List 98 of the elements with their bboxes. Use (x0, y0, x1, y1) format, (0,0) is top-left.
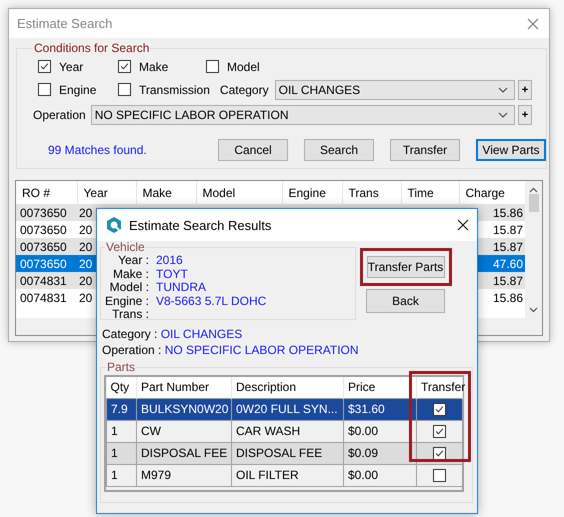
dialog-button[interactable]: Transfer (390, 139, 460, 161)
group-label: Conditions for Search (33, 41, 150, 55)
table-cell[interactable]: 0074831 (16, 289, 77, 306)
add-button[interactable]: + (518, 105, 532, 125)
dropdown-value: NO SPECIFIC LABOR OPERATION (94, 108, 289, 122)
table-cell: 1 (111, 424, 118, 438)
table-cell: 15.86 (478, 289, 527, 306)
table-cell: BULKSYN0W20 (141, 402, 228, 416)
field-label: Make : (112, 268, 149, 281)
table-cell[interactable]: 0073650 (16, 221, 77, 238)
table-cell: 15.87 (478, 272, 527, 289)
group-label: Vehicle (105, 240, 146, 254)
category-dropdown[interactable]: OIL CHANGES (274, 80, 515, 100)
table-cell: 15.87 (478, 238, 527, 255)
table-cell: OIL FILTER (236, 468, 299, 482)
field-label: Model : (108, 281, 149, 294)
table-cell: DISPOSAL FEE (236, 446, 322, 460)
column-header[interactable]: Description (232, 377, 344, 398)
app-logo-icon (105, 216, 123, 234)
checkbox-label: Transmission (139, 82, 210, 96)
parts-row[interactable]: 1 DISPOSAL FEE DISPOSAL FEE $0.09 (106, 442, 462, 464)
column-header[interactable]: Part Number (136, 377, 232, 398)
table-cell: 20 (77, 272, 96, 289)
table-cell: 20 (77, 221, 96, 238)
parts-row[interactable]: 1 CW CAR WASH $0.00 (106, 420, 462, 442)
table-cell[interactable]: 0073650 (16, 238, 77, 255)
table-cell: CW (141, 424, 161, 438)
table-cell: 1 (111, 446, 118, 460)
table-cell: 47.60 (478, 255, 527, 272)
checkbox[interactable] (38, 83, 51, 96)
table-cell: $0.00 (348, 468, 378, 482)
field-label: Engine : (104, 294, 149, 308)
checkbox[interactable] (433, 469, 446, 482)
transfer-parts-button[interactable]: Transfer Parts (366, 256, 444, 278)
column-header[interactable]: Qty (106, 377, 136, 398)
table-cell: DISPOSAL FEE (141, 446, 228, 460)
table-cell: $31.60 (348, 402, 385, 416)
table-cell: 20 (77, 238, 96, 255)
table-cell: 15.87 (478, 221, 527, 238)
dialog-button[interactable]: View Parts (476, 139, 546, 161)
checkbox[interactable] (206, 60, 219, 73)
group-label: Parts (106, 360, 136, 374)
parts-row[interactable]: 1 M979 OIL FILTER $0.00 (106, 464, 462, 486)
table-cell: 15.86 (478, 204, 527, 221)
field-value: TOYT (156, 268, 189, 281)
field-label: Category : (102, 327, 158, 341)
field-value: V8-5663 5.7L DOHC (156, 294, 268, 308)
checkbox-label: Make (139, 60, 168, 74)
table-cell: CAR WASH (236, 424, 300, 438)
checkbox-label: Year (59, 60, 84, 74)
add-button[interactable]: + (518, 80, 532, 100)
back-button[interactable]: Back (366, 289, 445, 313)
dialog-button[interactable]: Cancel (218, 139, 288, 161)
field-value: NO SPECIFIC LABOR OPERATION (164, 343, 359, 357)
scroll-thumb[interactable] (528, 194, 538, 212)
scroll-up-icon[interactable] (529, 187, 538, 193)
dialog-title: Estimate Search Results (129, 218, 272, 232)
checkbox[interactable] (433, 447, 446, 460)
field-label: Operation (33, 108, 86, 122)
vertical-scrollbar[interactable] (525, 181, 542, 319)
match-count: 99 Matches found. (48, 143, 148, 157)
field-label: Year : (117, 254, 149, 268)
checkbox-label: Model (227, 60, 260, 74)
close-icon[interactable] (457, 219, 469, 231)
field-label: Trans : (112, 308, 149, 322)
window-title: Estimate Search (17, 16, 112, 31)
dialog-button[interactable]: Search (304, 139, 374, 161)
checkbox-label: Engine (59, 82, 96, 96)
operation-dropdown[interactable]: NO SPECIFIC LABOR OPERATION (90, 105, 515, 125)
table-cell: $0.09 (348, 446, 378, 460)
dropdown-value: OIL CHANGES (278, 82, 360, 96)
field-value: 2016 (156, 254, 184, 268)
table-cell[interactable]: 0074831 (16, 272, 77, 289)
chevron-icon (498, 112, 508, 118)
column-header[interactable]: Price (344, 377, 416, 398)
table-cell: 20 (77, 204, 96, 221)
checkbox[interactable] (433, 403, 446, 416)
table-cell[interactable]: 0073650 (16, 204, 77, 221)
table-cell: 7.9 (111, 402, 128, 416)
checkbox[interactable] (118, 60, 131, 73)
table-cell: 1 (111, 468, 118, 482)
field-label: Operation : (102, 343, 162, 357)
table-cell: $0.00 (348, 424, 378, 438)
field-value: TUNDRA (156, 281, 207, 294)
table-cell: 20 (77, 255, 96, 272)
column-header[interactable]: Transfer (416, 377, 462, 398)
table-cell: 20 (77, 289, 96, 306)
checkbox[interactable] (38, 60, 51, 73)
table-cell: M979 (141, 468, 172, 482)
scroll-down-icon[interactable] (529, 307, 538, 313)
parts-row[interactable]: 7.9 BULKSYN0W20 0W20 FULL SYN... $31.60 (106, 398, 462, 420)
table-cell: 0W20 FULL SYN... (236, 402, 338, 416)
checkbox[interactable] (118, 83, 131, 96)
table-cell[interactable]: 0073650 (16, 255, 77, 272)
checkbox[interactable] (433, 425, 446, 438)
field-value: OIL CHANGES (160, 327, 242, 341)
chevron-icon (498, 86, 508, 92)
field-label: Category (220, 82, 269, 96)
